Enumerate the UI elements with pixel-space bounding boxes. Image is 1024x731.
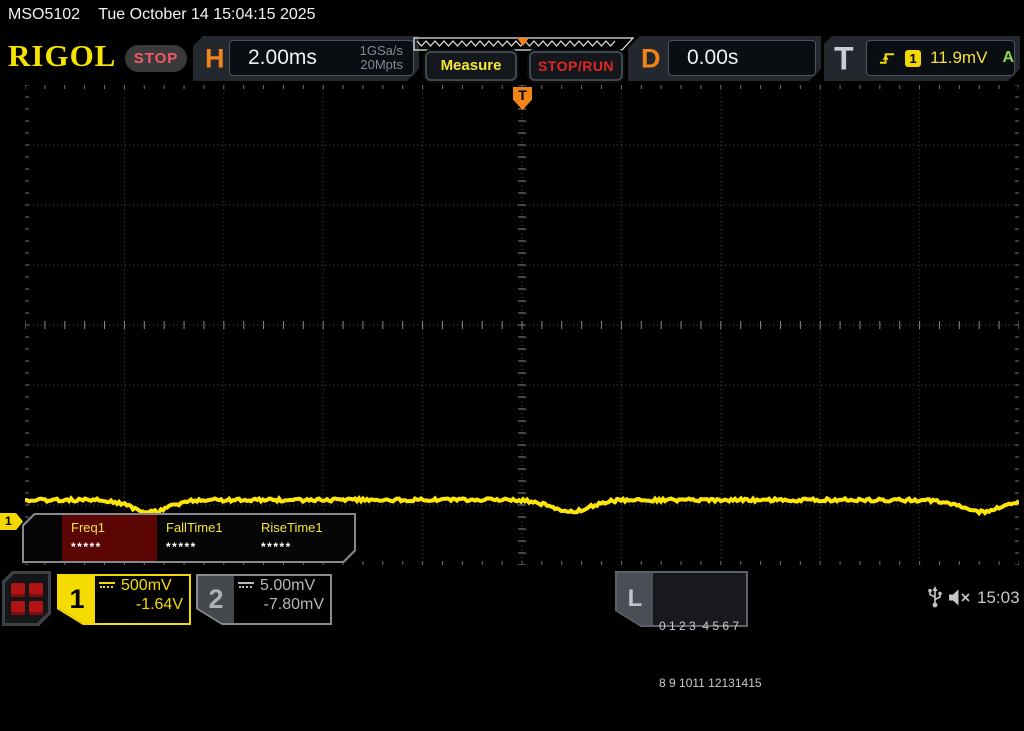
measure-button[interactable]: Measure xyxy=(425,51,517,81)
logic-analyzer-label: L xyxy=(617,573,653,625)
trigger-settings-box[interactable]: T 1 11.9mV A xyxy=(824,36,1020,81)
delay-label: D xyxy=(641,43,661,73)
waveform-display-area[interactable] xyxy=(25,85,1019,565)
menu-grid-button[interactable] xyxy=(2,571,51,626)
logic-channel-numbers: 0 1 2 3 4 5 6 7 8 9 1011 12131415 xyxy=(659,619,762,690)
datetime-text: Tue October 14 15:04:15 2025 xyxy=(98,6,316,23)
channel1-offset: -1.64V xyxy=(135,596,183,613)
usb-icon xyxy=(928,586,942,608)
model-name: MSO5102 xyxy=(8,6,81,23)
acquisition-info: 1GSa/s 20Mpts xyxy=(360,44,413,73)
channel1-status-box[interactable]: 1 500mV -1.64V xyxy=(57,574,191,625)
run-state-badge: STOP xyxy=(125,45,187,72)
dc-coupling-icon xyxy=(99,581,115,591)
horizontal-label: H xyxy=(205,43,225,73)
channel2-status-box[interactable]: 2 5.00mV -7.80mV xyxy=(196,574,332,625)
channel1-number: 1 xyxy=(59,576,95,623)
measurement-item-freq1[interactable]: Freq1 ***** xyxy=(62,515,157,561)
horizontal-settings-box[interactable]: H 2.00ms 1GSa/s 20Mpts xyxy=(193,36,419,81)
trigger-source-badge: 1 xyxy=(905,50,921,67)
status-bar: MSO5102 Tue October 14 15:04:15 2025 xyxy=(0,0,1024,30)
memory-depth: 20Mpts xyxy=(360,57,403,72)
measurement-panel: Freq1 ***** FallTime1 ***** RiseTime1 **… xyxy=(22,513,356,563)
menu-grid-icon xyxy=(5,574,48,623)
clock-text: 15:03 xyxy=(977,588,1020,607)
measurement-spacer xyxy=(24,515,62,561)
channel1-scale: 500mV xyxy=(121,577,172,594)
trigger-label: T xyxy=(834,40,854,76)
stop-run-button[interactable]: STOP/RUN xyxy=(529,51,623,81)
rigol-logo: RIGOL xyxy=(8,38,117,73)
channel2-number: 2 xyxy=(198,576,234,623)
trigger-edge-icon xyxy=(879,51,896,66)
speaker-muted-icon[interactable] xyxy=(948,589,972,606)
dc-coupling-icon xyxy=(238,581,254,591)
channel1-level-marker[interactable]: 1 xyxy=(0,513,23,530)
channel2-offset: -7.80mV xyxy=(263,596,324,613)
measurement-item-risetime1[interactable]: RiseTime1 ***** xyxy=(252,515,347,561)
waveform-position-bar[interactable] xyxy=(413,37,635,51)
sample-rate: 1GSa/s xyxy=(359,42,403,58)
timebase-value: 2.00ms xyxy=(248,46,317,69)
logic-analyzer-status-box[interactable]: L 0 1 2 3 4 5 6 7 8 9 1011 12131415 xyxy=(615,571,762,690)
delay-value: 0.00s xyxy=(687,46,739,69)
trigger-level-value: 11.9mV xyxy=(930,48,988,67)
delay-settings-box[interactable]: D 0.00s xyxy=(628,36,821,81)
measurement-item-falltime1[interactable]: FallTime1 ***** xyxy=(157,515,252,561)
channel2-scale: 5.00mV xyxy=(260,577,316,594)
trigger-mode: A xyxy=(1002,49,1014,66)
